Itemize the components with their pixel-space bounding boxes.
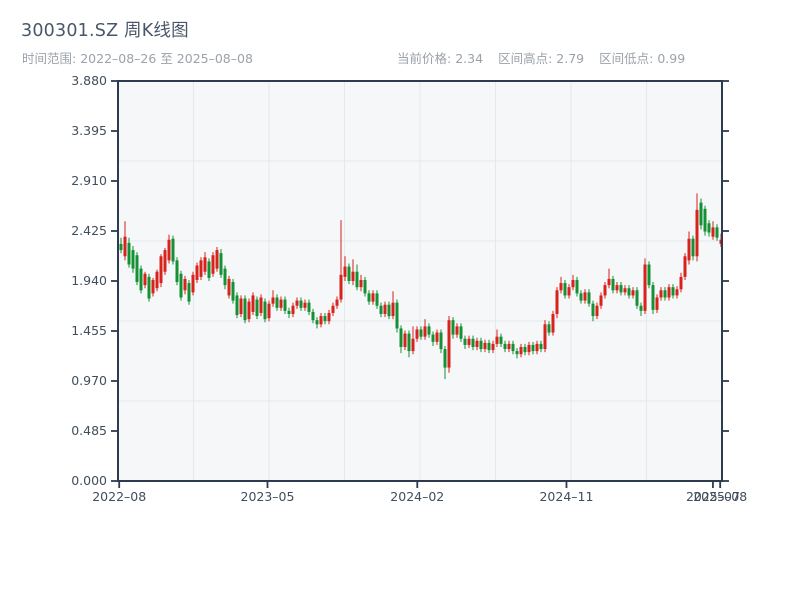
candle-up: [191, 271, 195, 296]
candle-up: [215, 246, 219, 272]
candle-up: [251, 292, 255, 316]
y-tick-label: 2.425: [71, 223, 107, 238]
y-tick-label: 1.455: [71, 323, 107, 338]
y-tick-label: 0.970: [71, 373, 107, 388]
candle-down: [171, 235, 175, 265]
y-tick-label: 3.880: [71, 73, 107, 88]
candle-up: [155, 269, 159, 292]
candle-down: [647, 261, 651, 289]
candle-down: [175, 257, 179, 286]
candle-down: [187, 279, 191, 305]
candle-up: [259, 294, 263, 317]
candle-down: [207, 258, 211, 281]
x-tick-label: 2024–02: [390, 489, 445, 504]
candle-up: [543, 320, 547, 353]
candle-up: [163, 248, 167, 275]
candle-up: [447, 316, 451, 373]
candle-down: [703, 205, 707, 236]
y-tick-label: 1.940: [71, 273, 107, 288]
kline-chart-page: 300301.SZ 周K线图 时间范围: 2022–08–26 至 2025–08…: [0, 0, 800, 600]
candle-down: [243, 295, 247, 324]
candle-down: [255, 296, 259, 320]
y-tick-label: 3.395: [71, 123, 107, 138]
candle-down: [651, 282, 655, 314]
candle-up: [551, 310, 555, 336]
x-tick-label: 2024–11: [539, 489, 594, 504]
candle-down: [263, 298, 267, 323]
candle-down: [235, 292, 239, 319]
candle-up: [643, 258, 647, 314]
candle-up: [239, 295, 243, 318]
candle-up: [555, 287, 559, 319]
y-tick-label: 2.910: [71, 173, 107, 188]
x-tick-label: 2022–08: [92, 489, 147, 504]
candle-down: [635, 287, 639, 309]
x-tick-label: 2025–08: [693, 489, 748, 504]
candle-down: [179, 270, 183, 301]
candle-up: [211, 252, 215, 277]
candle-up: [247, 298, 251, 323]
candle-up: [199, 257, 203, 280]
candle-down: [135, 252, 139, 286]
candle-up: [683, 253, 687, 280]
candle-down: [395, 299, 399, 333]
candlestick-chart: [111, 80, 729, 488]
candle-down: [147, 273, 151, 302]
candle-down: [139, 265, 143, 294]
candle-up: [227, 275, 231, 299]
x-tick-label: 2023–05: [240, 489, 295, 504]
candle-up: [159, 254, 163, 288]
y-tick-label: 0.000: [71, 473, 107, 488]
candle-down: [231, 278, 235, 304]
y-tick-label: 0.485: [71, 423, 107, 438]
candle-down: [699, 198, 703, 230]
candle-down: [219, 249, 223, 278]
